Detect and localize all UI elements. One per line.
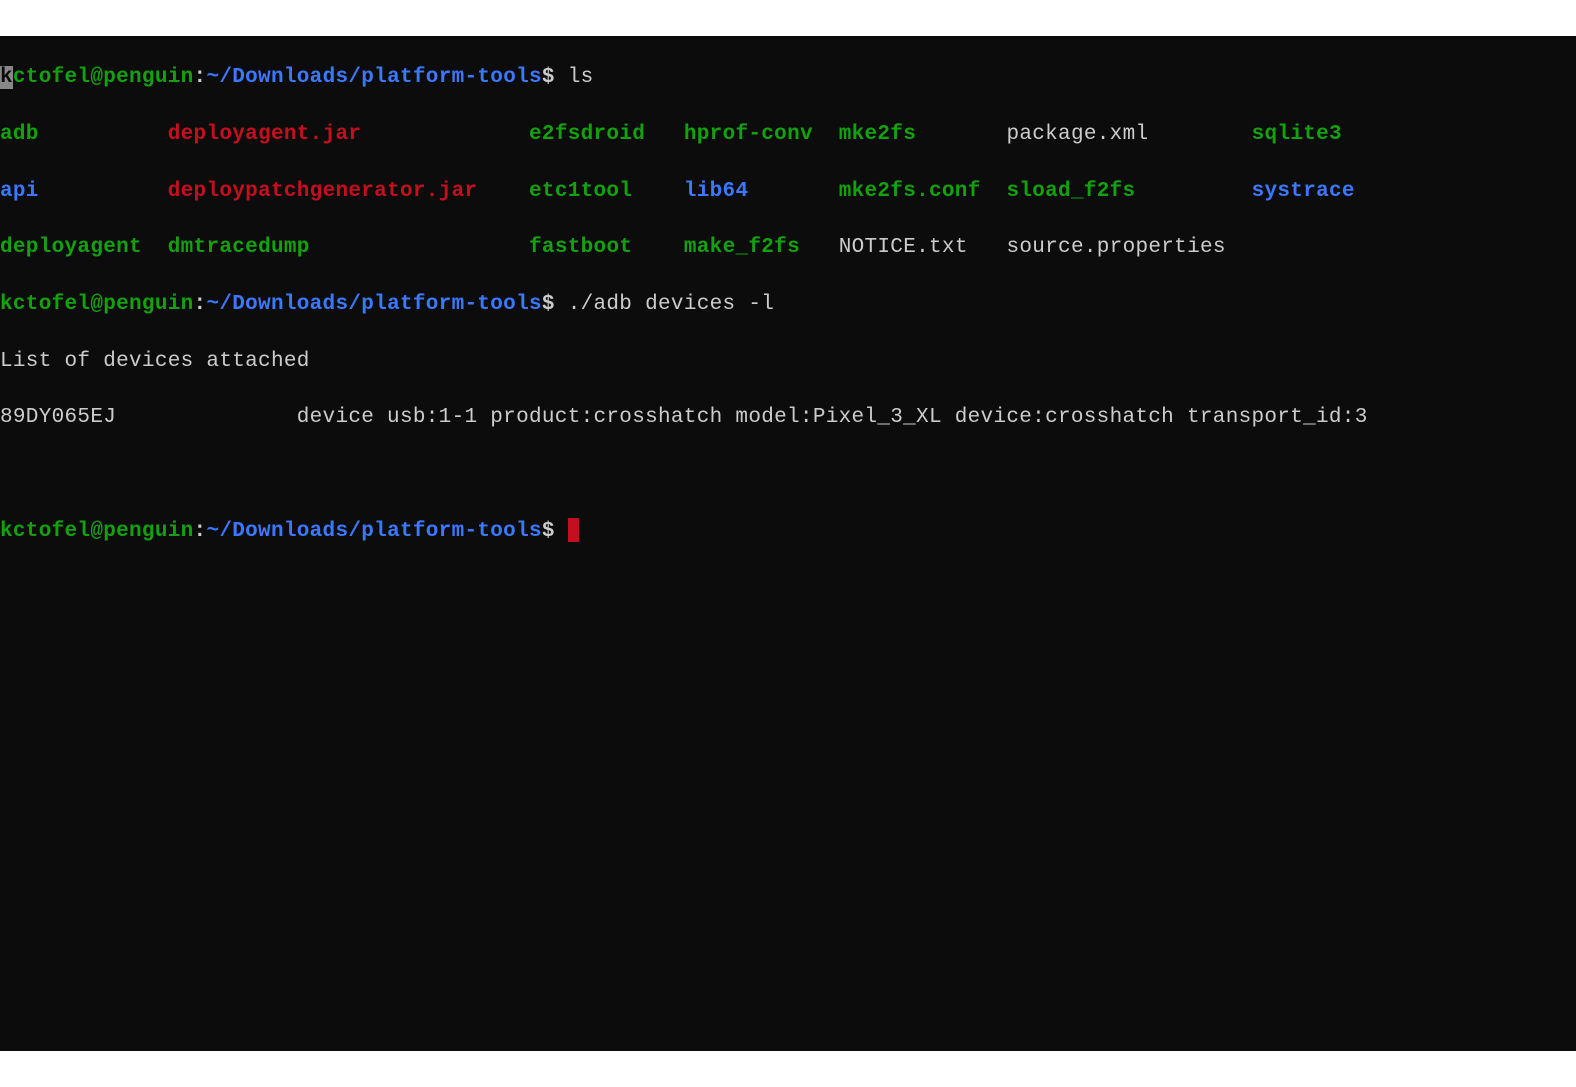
cursor bbox=[568, 518, 579, 542]
command-adb-devices: ./adb devices -l bbox=[555, 293, 774, 316]
adb-device-line: 89DY065EJ device usb:1-1 product:crossha… bbox=[0, 404, 1576, 432]
prompt-line-1: kctofel@penguin:~/Downloads/platform-too… bbox=[0, 64, 1576, 92]
adb-output-header: List of devices attached bbox=[0, 348, 1576, 376]
blank-line bbox=[0, 461, 1576, 489]
command-ls: ls bbox=[555, 66, 594, 89]
ls-output-row-1: adb deployagent.jar e2fsdroid hprof-conv… bbox=[0, 121, 1576, 149]
selection-highlight: k bbox=[0, 66, 13, 89]
prompt-line-3: kctofel@penguin:~/Downloads/platform-too… bbox=[0, 518, 1576, 546]
prompt-line-2: kctofel@penguin:~/Downloads/platform-too… bbox=[0, 291, 1576, 319]
terminal-window[interactable]: kctofel@penguin:~/Downloads/platform-too… bbox=[0, 36, 1576, 1051]
ls-output-row-3: deployagent dmtracedump fastboot make_f2… bbox=[0, 234, 1576, 262]
ls-output-row-2: api deploypatchgenerator.jar etc1tool li… bbox=[0, 178, 1576, 206]
